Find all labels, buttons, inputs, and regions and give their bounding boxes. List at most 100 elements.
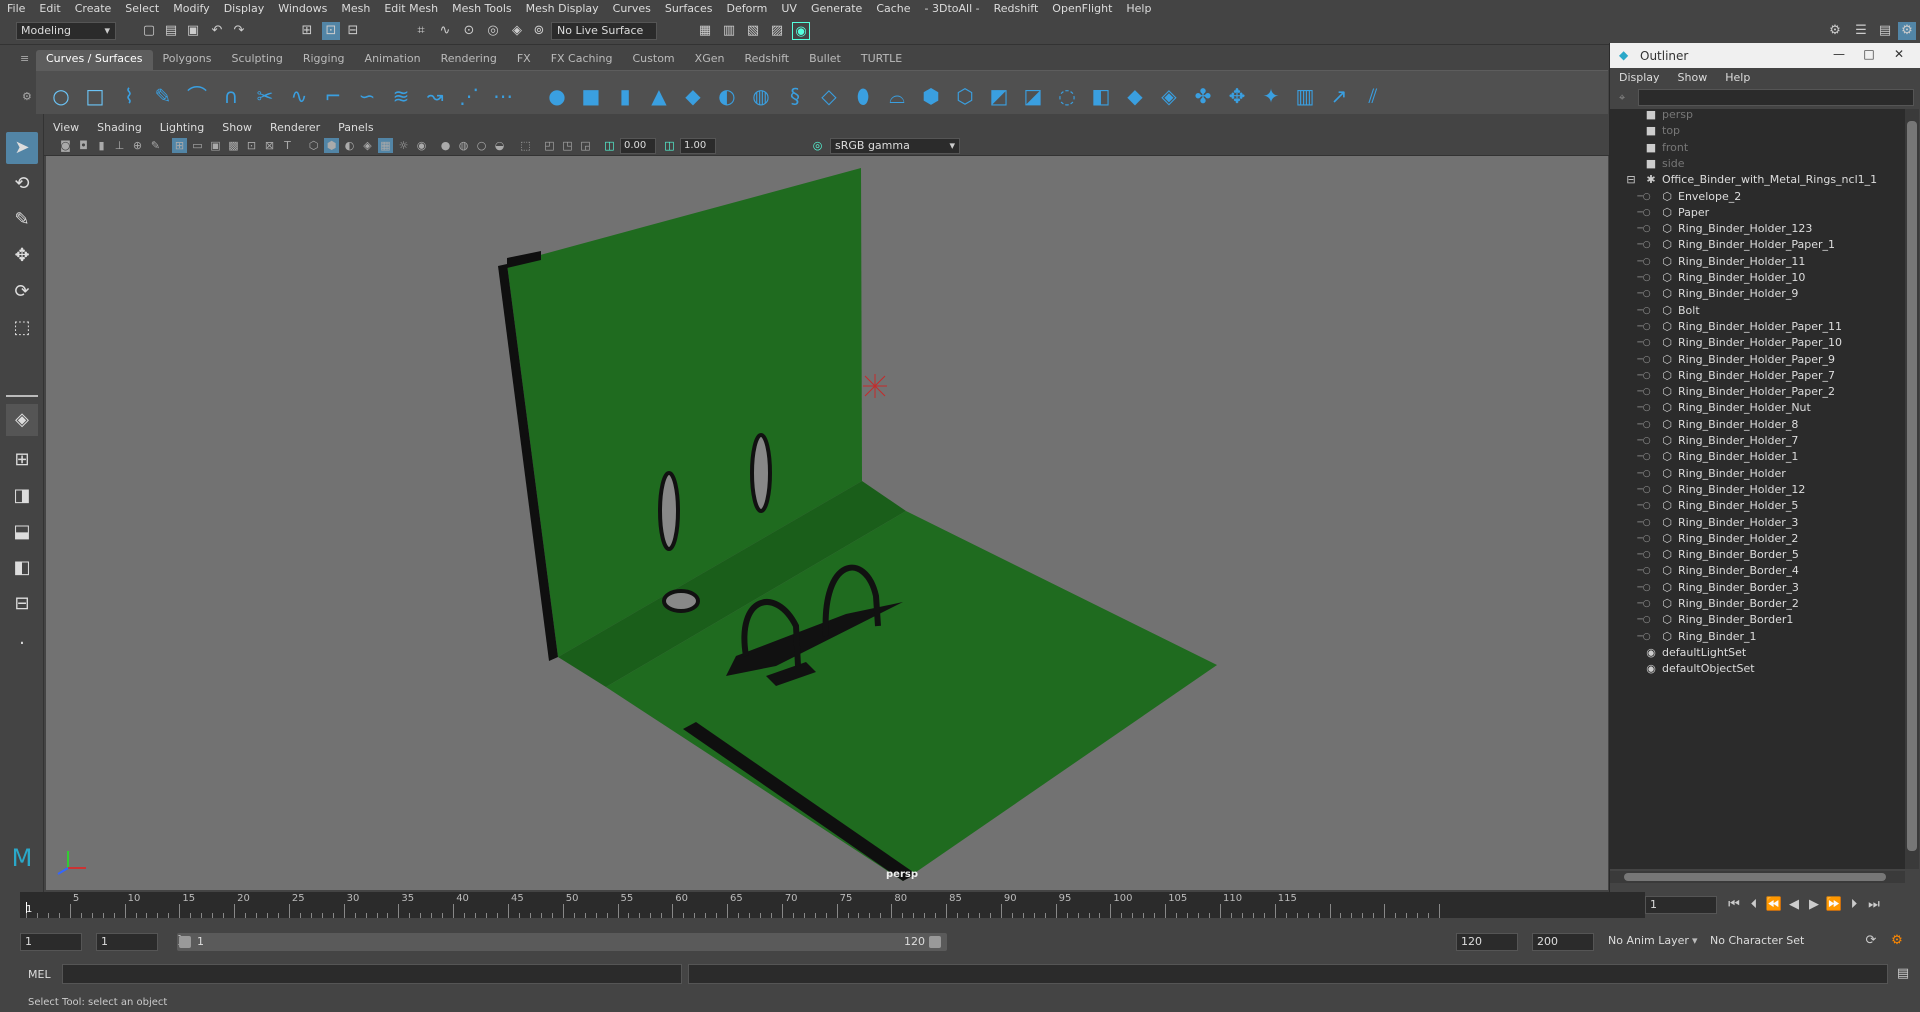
shelf-menu-icon[interactable]: ≡: [20, 52, 29, 65]
menu-item[interactable]: Windows: [271, 2, 334, 15]
attach-curve-icon[interactable]: ∿: [286, 83, 312, 109]
intersect-icon[interactable]: ◧: [1088, 83, 1114, 109]
playback-end-field[interactable]: 120: [1456, 933, 1518, 951]
untrim-icon[interactable]: ◈: [1156, 83, 1182, 109]
shelf-tab[interactable]: Animation: [355, 50, 431, 70]
panel-menu-item[interactable]: Show: [213, 121, 261, 134]
open-scene-icon[interactable]: ▤: [162, 22, 180, 40]
range-end-handle[interactable]: [929, 936, 941, 948]
auto-key-icon[interactable]: ⟳: [1862, 932, 1880, 950]
menu-item[interactable]: Mesh: [334, 2, 377, 15]
undo-icon[interactable]: ↶: [208, 22, 226, 40]
binder-model[interactable]: [46, 156, 1608, 890]
redo-icon[interactable]: ↷: [230, 22, 248, 40]
maximize-icon[interactable]: □: [1860, 47, 1878, 63]
nurbs-sphere-icon[interactable]: ●: [544, 83, 570, 109]
select-hierarchy-icon[interactable]: ⊞: [298, 22, 316, 40]
snap-surface-icon[interactable]: ◈: [508, 22, 526, 40]
motion-blur-icon[interactable]: ◍: [456, 138, 471, 153]
rebuild-curve-icon[interactable]: ∽: [354, 83, 380, 109]
wireframe-on-shaded-icon[interactable]: ◈: [360, 138, 375, 153]
default-material-icon[interactable]: ◐: [342, 138, 357, 153]
mel-label[interactable]: MEL: [28, 968, 51, 981]
play-backwards-icon[interactable]: ◀: [1785, 896, 1803, 914]
screen-space-ao-icon[interactable]: ●: [438, 138, 453, 153]
mel-input[interactable]: [62, 964, 682, 984]
cut-curve-icon[interactable]: ✂: [252, 83, 278, 109]
render-frame-icon[interactable]: ▦: [696, 22, 714, 40]
panel-menu-item[interactable]: View: [44, 121, 88, 134]
collapse-icon[interactable]: ⊟: [1624, 173, 1638, 187]
extend-surface-icon[interactable]: ↗: [1326, 83, 1352, 109]
persp-outliner-icon[interactable]: ◨: [6, 480, 38, 512]
step-back-key-icon[interactable]: ⏪: [1765, 896, 1783, 914]
select-tool-icon[interactable]: ➤: [6, 132, 38, 164]
step-back-frame-icon[interactable]: ⏴: [1745, 896, 1763, 914]
make-live-icon[interactable]: ⊚: [530, 22, 548, 40]
shadows-icon[interactable]: ◉: [414, 138, 429, 153]
xray-joints-icon[interactable]: ◳: [560, 138, 575, 153]
loft-icon[interactable]: §: [782, 83, 808, 109]
paint-select-icon[interactable]: ✎: [6, 204, 38, 236]
move-tool-icon[interactable]: ✥: [6, 240, 38, 272]
menu-item[interactable]: Mesh Display: [519, 2, 606, 15]
nurbs-cone-icon[interactable]: ▲: [646, 83, 672, 109]
go-to-start-icon[interactable]: ⏮: [1725, 896, 1743, 914]
bezier-curve-icon[interactable]: ⋯: [490, 83, 516, 109]
bevel-icon[interactable]: ◩: [986, 83, 1012, 109]
pencil-curve-icon[interactable]: ✎: [150, 83, 176, 109]
select-objects-icon[interactable]: ⊡: [322, 22, 340, 40]
hscroll-thumb[interactable]: [1624, 873, 1886, 881]
gamma-field[interactable]: 1.00: [680, 138, 716, 154]
menu-item[interactable]: Display: [217, 2, 272, 15]
outliner-search-input[interactable]: [1638, 89, 1914, 106]
cv-curve-icon[interactable]: ⌒: [184, 83, 210, 109]
menu-item[interactable]: Surfaces: [658, 2, 720, 15]
snap-view-icon[interactable]: ◎: [484, 22, 502, 40]
menu-item[interactable]: - 3DtoAll -: [918, 2, 987, 15]
nurbs-cylinder-icon[interactable]: ▮: [612, 83, 638, 109]
insert-isoparm-icon[interactable]: ▥: [1292, 83, 1318, 109]
color-space-dropdown[interactable]: sRGB gamma: [830, 138, 960, 154]
script-editor-icon[interactable]: ▤: [1894, 965, 1912, 983]
range-start-handle[interactable]: [179, 936, 191, 948]
detach-curve-icon[interactable]: ⌐: [320, 83, 346, 109]
boundary-icon[interactable]: ⬢: [918, 83, 944, 109]
shelf-tab[interactable]: TURTLE: [851, 50, 912, 70]
persp-graph-icon[interactable]: ⬓: [6, 516, 38, 548]
save-scene-icon[interactable]: ▣: [184, 22, 202, 40]
render-sequence-icon[interactable]: ▥: [720, 22, 738, 40]
wireframe-icon[interactable]: ⬡: [306, 138, 321, 153]
close-icon[interactable]: ✕: [1890, 47, 1908, 63]
more-layouts-icon[interactable]: ·: [6, 628, 38, 660]
resolution-gate-icon[interactable]: ▣: [208, 138, 223, 153]
textured-icon[interactable]: ▦: [378, 138, 393, 153]
depth-of-field-icon[interactable]: ◒: [492, 138, 507, 153]
outliner-persp-icon[interactable]: ⊟: [6, 588, 38, 620]
single-view-icon[interactable]: ◈: [6, 404, 38, 436]
shelf-tab[interactable]: Custom: [623, 50, 685, 70]
bevel-plus-icon[interactable]: ◪: [1020, 83, 1046, 109]
menu-item[interactable]: File: [0, 2, 32, 15]
lasso-tool-icon[interactable]: ⟲: [6, 168, 38, 200]
nurbs-cube-icon[interactable]: ■: [578, 83, 604, 109]
smooth-shade-icon[interactable]: ⬢: [324, 138, 339, 153]
menu-item[interactable]: Deform: [719, 2, 774, 15]
revolve-icon[interactable]: ◍: [748, 83, 774, 109]
end-time-field[interactable]: 200: [1532, 933, 1594, 951]
nurbs-circle-icon[interactable]: ○: [48, 83, 74, 109]
ipr-render-icon[interactable]: ▧: [744, 22, 762, 40]
exposure-icon[interactable]: ◫: [602, 138, 617, 153]
shelf-tab[interactable]: XGen: [685, 50, 735, 70]
panel-menu-item[interactable]: Shading: [88, 121, 151, 134]
new-scene-icon[interactable]: ▢: [140, 22, 158, 40]
extrude-icon[interactable]: ⬮: [850, 83, 876, 109]
attach-surface-icon[interactable]: ✤: [1190, 83, 1216, 109]
shelf-tab[interactable]: Redshift: [734, 50, 799, 70]
shelf-settings-icon[interactable]: ⚙: [22, 90, 32, 103]
exposure-field[interactable]: 0.00: [620, 138, 656, 154]
extend-curve-icon[interactable]: ↝: [422, 83, 448, 109]
outliner-set-item[interactable]: ◉ defaultObjectSet: [1610, 659, 1905, 679]
anti-aliasing-icon[interactable]: ○: [474, 138, 489, 153]
nurbs-plane-icon[interactable]: ◆: [680, 83, 706, 109]
